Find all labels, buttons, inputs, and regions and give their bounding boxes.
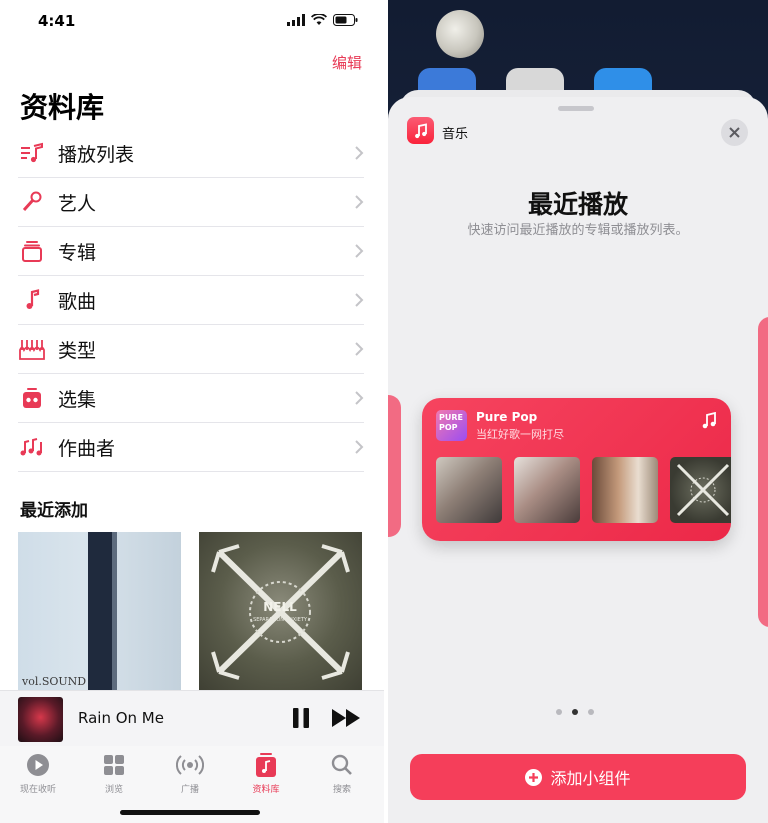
genre-icon xyxy=(18,337,46,361)
microphone-icon xyxy=(18,190,46,214)
recent-cover[interactable] xyxy=(592,457,658,523)
cover-spine-edge xyxy=(112,532,117,692)
chevron-right-icon xyxy=(355,244,364,258)
music-note-icon xyxy=(18,288,46,312)
recent-cover[interactable] xyxy=(670,457,731,523)
widget-sheet: 音乐 最近播放 快速访问最近播放的专辑或播放列表。 PURE POP Pure … xyxy=(388,97,768,823)
tab-bar: 现在收听 浏览 广播 资料库 搜索 xyxy=(0,746,384,823)
cover-art-graphic: NELL SEPARATION ANXIETY xyxy=(211,544,350,680)
library-screen: 4:41 编辑 资料库 播放列表 艺人 专辑 歌曲 类型 选集 作曲者 最近添加… xyxy=(0,0,384,823)
status-icons xyxy=(287,14,358,26)
album-icon xyxy=(18,239,46,263)
widget-title: 最近播放 xyxy=(527,190,628,219)
music-app-icon xyxy=(407,117,434,144)
chevron-right-icon xyxy=(355,342,364,356)
sheet-grabber[interactable] xyxy=(558,106,594,111)
wifi-icon xyxy=(311,14,327,25)
tab-label: 搜索 xyxy=(332,785,351,795)
tab-label: 资料库 xyxy=(252,785,280,795)
grid-icon xyxy=(104,755,124,775)
album-cover-text: vol.SOUND xyxy=(22,675,87,688)
library-item-label: 选集 xyxy=(58,388,97,411)
library-item-genres[interactable]: 类型 xyxy=(18,325,364,374)
library-item-label: 作曲者 xyxy=(58,437,116,460)
chevron-right-icon xyxy=(355,440,364,454)
recent-covers xyxy=(436,457,731,523)
playlist-description: 当红好歌一网打尽 xyxy=(476,428,564,441)
album-cover-sound[interactable]: vol.SOUND xyxy=(18,532,181,692)
library-list: 播放列表 艺人 专辑 歌曲 类型 选集 作曲者 xyxy=(18,129,364,472)
compilation-icon xyxy=(18,386,46,410)
now-playing-title: Rain On Me xyxy=(78,709,164,727)
playlist-name: Pure Pop xyxy=(476,410,538,424)
add-widget-label: 添加小组件 xyxy=(550,769,631,788)
tab-label: 现在收听 xyxy=(19,785,56,795)
widget-subtitle: 快速访问最近播放的专辑或播放列表。 xyxy=(467,223,689,238)
library-item-playlists[interactable]: 播放列表 xyxy=(18,129,364,178)
edit-button[interactable]: 编辑 xyxy=(332,52,362,73)
chevron-right-icon xyxy=(355,146,364,160)
library-icon xyxy=(256,753,276,777)
close-button[interactable] xyxy=(721,119,748,146)
play-circle-icon xyxy=(27,754,49,776)
home-indicator xyxy=(120,810,260,815)
library-item-label: 艺人 xyxy=(58,192,97,215)
close-icon xyxy=(729,127,740,138)
recently-played-widget[interactable]: PURE POP Pure Pop 当红好歌一网打尽 xyxy=(422,398,731,541)
mini-player[interactable]: Rain On Me xyxy=(0,690,384,746)
chevron-right-icon xyxy=(355,195,364,209)
page-dot xyxy=(556,709,562,715)
cover-spine xyxy=(88,532,112,692)
composer-icon xyxy=(18,435,46,459)
skip-forward-button[interactable] xyxy=(332,709,362,727)
search-icon xyxy=(331,754,352,775)
tab-listen-now[interactable]: 现在收听 xyxy=(8,752,68,795)
battery-icon xyxy=(333,14,358,26)
add-widget-button[interactable]: 添加小组件 xyxy=(410,754,746,800)
library-item-label: 歌曲 xyxy=(58,290,97,313)
library-item-albums[interactable]: 专辑 xyxy=(18,227,364,276)
library-item-label: 专辑 xyxy=(58,241,97,264)
recent-cover[interactable] xyxy=(514,457,580,523)
playlist-icon xyxy=(18,141,46,165)
tab-label: 广播 xyxy=(180,785,199,795)
playlist-thumbnail: PURE POP xyxy=(436,410,467,441)
broadcast-icon xyxy=(176,755,204,775)
library-item-composers[interactable]: 作曲者 xyxy=(18,423,364,472)
page-dot-active xyxy=(572,709,578,715)
app-name: 音乐 xyxy=(442,127,469,142)
music-note-icon xyxy=(702,412,716,429)
cover-art-graphic xyxy=(676,463,730,517)
tab-library[interactable]: 资料库 xyxy=(236,752,296,795)
chevron-right-icon xyxy=(355,293,364,307)
album-cover-title: NELL xyxy=(263,600,297,614)
page-indicator[interactable] xyxy=(556,709,594,715)
album-cover-nell[interactable]: NELL SEPARATION ANXIETY xyxy=(199,532,362,692)
recently-added-heading: 最近添加 xyxy=(20,501,88,521)
pause-button[interactable] xyxy=(292,708,310,728)
widget-gallery-screen: 音乐 最近播放 快速访问最近播放的专辑或播放列表。 PURE POP Pure … xyxy=(388,0,768,823)
next-widget-preview[interactable] xyxy=(758,317,768,627)
page-title: 资料库 xyxy=(20,91,105,124)
signal-icon xyxy=(287,14,305,26)
now-playing-artwork xyxy=(18,697,63,742)
tab-search[interactable]: 搜索 xyxy=(312,752,372,795)
library-item-compilations[interactable]: 选集 xyxy=(18,374,364,423)
tab-radio[interactable]: 广播 xyxy=(160,752,220,795)
plus-circle-icon xyxy=(525,768,543,786)
tab-browse[interactable]: 浏览 xyxy=(84,752,144,795)
album-cover-subtitle: SEPARATION ANXIETY xyxy=(253,617,308,623)
page-dot xyxy=(588,709,594,715)
tab-label: 浏览 xyxy=(104,785,123,795)
chevron-right-icon xyxy=(355,391,364,405)
library-item-label: 播放列表 xyxy=(58,143,135,166)
recent-cover[interactable] xyxy=(436,457,502,523)
moon-image xyxy=(436,10,484,58)
library-item-songs[interactable]: 歌曲 xyxy=(18,276,364,325)
status-time: 4:41 xyxy=(38,12,76,30)
library-item-artists[interactable]: 艺人 xyxy=(18,178,364,227)
library-item-label: 类型 xyxy=(58,339,97,362)
previous-widget-preview[interactable] xyxy=(388,395,401,537)
